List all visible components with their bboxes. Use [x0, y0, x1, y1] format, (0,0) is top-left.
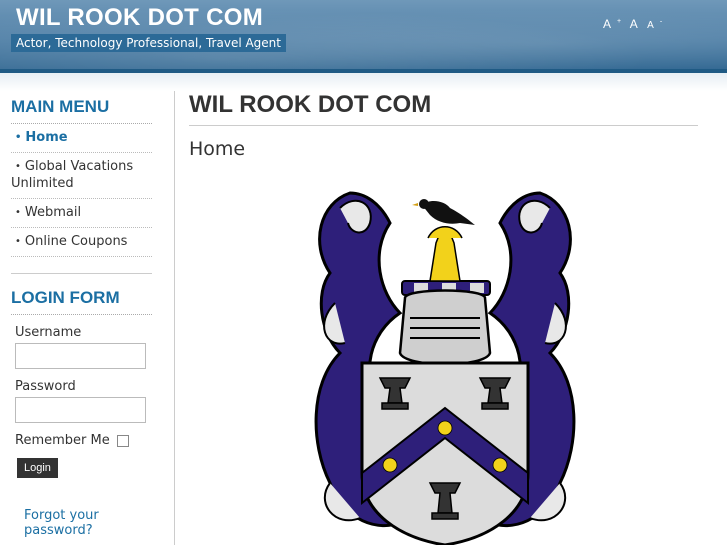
menu-item-label: Global Vacations Unlimited [11, 159, 134, 191]
bullet-icon: • [15, 161, 21, 172]
divider [11, 257, 152, 274]
password-field[interactable] [15, 397, 146, 423]
password-label: Password [15, 379, 76, 394]
font-increase-label: A [603, 17, 612, 31]
login-form: LOGIN FORM Username Password Remember Me… [11, 288, 152, 538]
login-button[interactable]: Login [17, 458, 58, 478]
font-increase-button[interactable]: A + [603, 17, 621, 31]
site-title[interactable]: WIL ROOK DOT COM [16, 4, 263, 32]
menu-item-label: Online Coupons [24, 234, 128, 249]
coat-of-arms-image [314, 191, 576, 545]
site-tagline: Actor, Technology Professional, Travel A… [11, 34, 286, 52]
font-increase-sup: + [617, 18, 622, 25]
main-menu-title: MAIN MENU [11, 97, 152, 124]
column-divider [174, 91, 175, 545]
username-label: Username [15, 325, 82, 340]
font-decrease-label: A [647, 20, 654, 31]
page-title: WIL ROOK DOT COM [189, 91, 698, 126]
menu-item-home[interactable]: • Home [11, 124, 152, 153]
menu-item-label: Home [25, 130, 68, 145]
sidebar: MAIN MENU • Home • Global Vacations Unlimi… [11, 97, 152, 538]
remember-me-label: Remember Me [15, 433, 110, 448]
article-title: Home [189, 138, 246, 160]
bullet-icon: • [15, 132, 22, 143]
main-content: WIL ROOK DOT COM Home [189, 91, 698, 545]
font-decrease-sup: - [659, 18, 663, 26]
remember-me-checkbox[interactable] [116, 434, 129, 447]
font-reset-button[interactable]: A [630, 17, 638, 31]
bullet-icon: • [15, 207, 21, 218]
menu-item-online-coupons[interactable]: • Online Coupons [11, 228, 152, 257]
menu-item-webmail[interactable]: • Webmail [11, 199, 152, 228]
forgot-password-link[interactable]: Forgot your password? [24, 508, 152, 538]
bullet-icon: • [15, 236, 21, 247]
remember-me-row: Remember Me [15, 433, 152, 448]
font-decrease-button[interactable]: A- [647, 18, 663, 31]
menu-item-global-vacations[interactable]: • Global Vacations Unlimited [11, 153, 152, 199]
header-shadow [0, 73, 727, 91]
font-size-controls: A + A A- [603, 17, 668, 31]
site-header: WIL ROOK DOT COM Actor, Technology Profe… [0, 0, 727, 73]
menu-item-label: Webmail [24, 205, 82, 220]
username-field[interactable] [15, 343, 146, 369]
main-menu: • Home • Global Vacations Unlimited • Webma… [11, 124, 152, 257]
login-form-title: LOGIN FORM [11, 288, 152, 315]
